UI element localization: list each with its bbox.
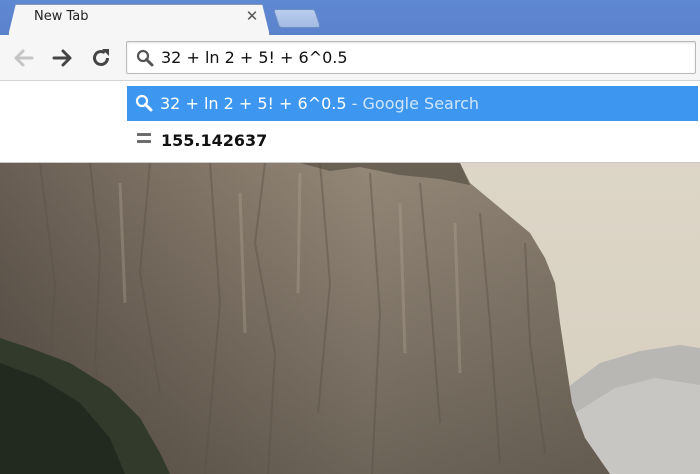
reload-icon <box>93 49 109 66</box>
close-icon[interactable]: ✕ <box>244 8 260 24</box>
back-button[interactable] <box>10 45 36 71</box>
search-suggestion[interactable]: 32 + ln 2 + 5! + 6^0.5 - Google Search <box>127 86 698 121</box>
suggestion-source: - Google Search <box>346 94 479 113</box>
address-bar[interactable]: 32 + ln 2 + 5! + 6^0.5 <box>126 41 696 74</box>
calculator-result-row[interactable]: 155.142637 <box>127 124 698 158</box>
tab-strip: New Tab ✕ <box>0 0 700 35</box>
search-icon <box>135 94 153 112</box>
back-arrow-icon <box>14 49 34 67</box>
new-tab-button[interactable] <box>272 9 322 28</box>
toolbar: 32 + ln 2 + 5! + 6^0.5 <box>0 35 700 81</box>
suggestion-query: 32 + ln 2 + 5! + 6^0.5 - Google Search <box>160 94 479 113</box>
search-icon <box>136 49 154 67</box>
forward-arrow-icon <box>52 49 72 67</box>
address-bar-text[interactable]: 32 + ln 2 + 5! + 6^0.5 <box>161 48 348 67</box>
suggestion-query-text: 32 + ln 2 + 5! + 6^0.5 <box>160 94 347 113</box>
reload-button[interactable] <box>88 45 114 71</box>
forward-button[interactable] <box>50 45 76 71</box>
equals-icon <box>137 133 151 145</box>
landscape-wallpaper <box>0 163 700 474</box>
calculator-result: 155.142637 <box>161 131 268 150</box>
tab-title: New Tab <box>34 9 89 24</box>
omnibox-dropdown: 32 + ln 2 + 5! + 6^0.5 - Google Search 1… <box>0 81 700 163</box>
